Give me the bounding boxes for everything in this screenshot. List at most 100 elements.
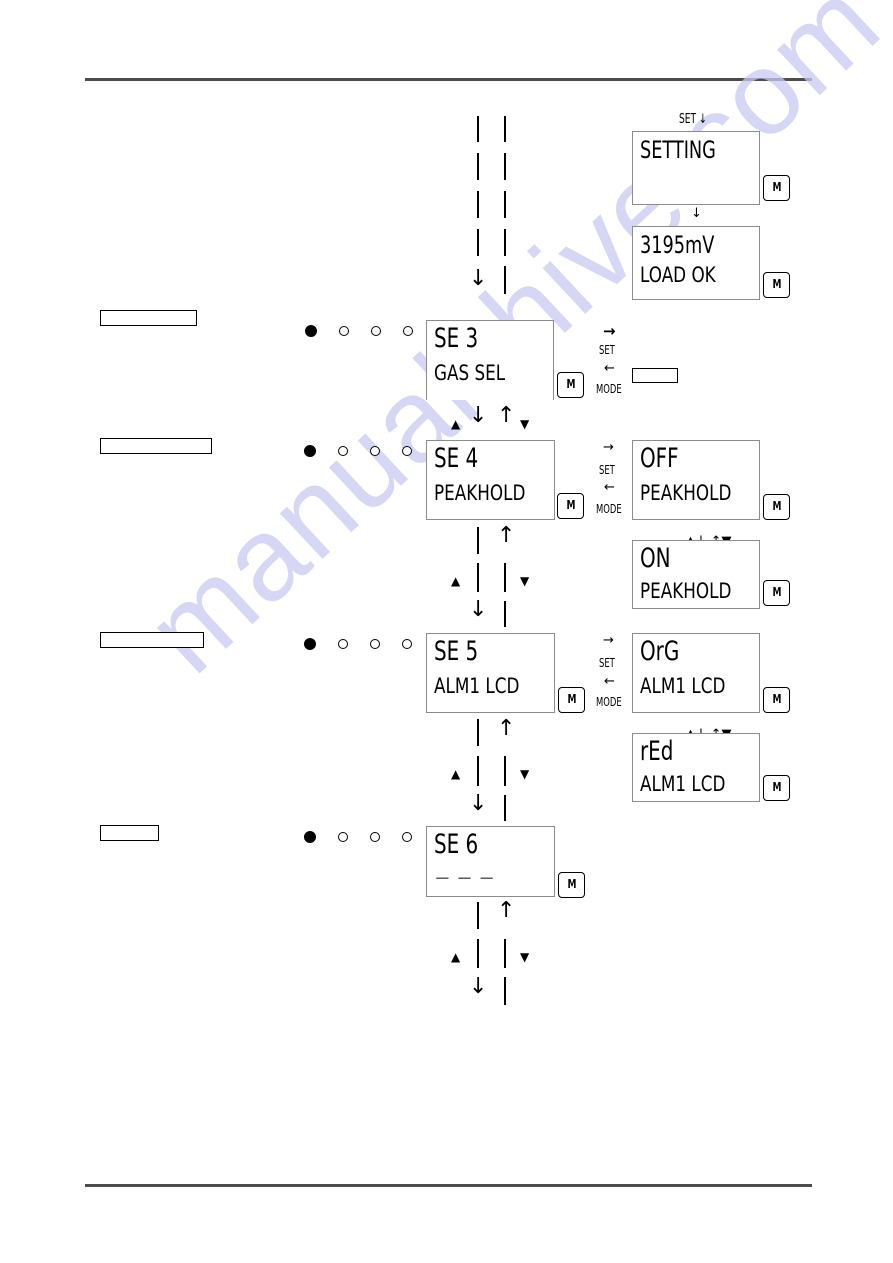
m-button-label: M <box>566 498 575 512</box>
lcd-alm1-org-option: OrG ALM1 LCD <box>632 633 760 713</box>
indicator-dot-empty <box>402 832 412 842</box>
lcd-line2: ALM1 LCD <box>640 772 726 796</box>
lcd-line1: SETTING <box>640 136 716 164</box>
arrow-down-icon: ↓ <box>469 403 488 428</box>
dash-segment <box>477 116 479 142</box>
m-button-label: M <box>567 877 576 891</box>
dash-segment <box>504 191 506 218</box>
indicator-dot-empty <box>338 832 348 842</box>
lcd-se6-screen: SE 6 － － － <box>426 826 555 897</box>
header-rule <box>85 78 812 81</box>
lcd-line2: － － － <box>434 867 496 891</box>
indicator-dot-empty <box>370 446 380 456</box>
dash-segment <box>504 153 506 180</box>
indicator-dot-empty <box>403 326 413 336</box>
up-key-icon: ▲ <box>451 767 461 781</box>
lcd-setting-screen: SETTING <box>632 131 760 205</box>
lcd-se3-screen: SE 3 GAS SEL <box>426 320 554 400</box>
dash-segment <box>504 977 506 1005</box>
arrow-down-icon: ↓ <box>469 974 488 999</box>
m-button[interactable]: M <box>763 687 790 713</box>
lcd-line1: ON <box>640 543 671 574</box>
dash-segment <box>477 756 479 786</box>
dash-segment <box>477 939 479 968</box>
m-button-label: M <box>772 692 781 706</box>
lcd-line1: SE 5 <box>434 636 479 667</box>
mode-label: MODE <box>596 382 622 396</box>
dash-segment <box>504 229 506 256</box>
down-key-icon: ▼ <box>520 950 530 964</box>
m-button[interactable]: M <box>763 580 790 606</box>
m-button-label: M <box>772 277 781 291</box>
arrow-left-icon: ← <box>604 361 615 376</box>
m-button-label: M <box>772 585 781 599</box>
lcd-peakhold-off-option: OFF PEAKHOLD <box>632 440 760 520</box>
arrow-right-icon: → <box>603 322 616 340</box>
indicator-dot-empty <box>339 326 349 336</box>
arrow-right-icon: → <box>603 633 614 648</box>
arrow-left-icon: ← <box>604 480 615 495</box>
lcd-line1: SE 4 <box>434 443 479 474</box>
dash-segment <box>477 719 479 746</box>
lcd-load-screen: 3195mV LOAD OK <box>632 226 760 300</box>
arrow-down-icon: ↓ <box>469 791 488 816</box>
dash-segment <box>504 601 506 627</box>
m-button[interactable]: M <box>763 272 790 298</box>
lcd-line1: SE 6 <box>434 829 479 860</box>
indicator-dot-filled <box>304 831 316 843</box>
m-button-label: M <box>566 377 575 391</box>
down-key-icon: ▼ <box>520 767 530 781</box>
step-label-box <box>100 825 159 841</box>
lcd-peakhold-on-option: ON PEAKHOLD <box>632 540 760 609</box>
indicator-dot-empty <box>402 446 412 456</box>
set-label: SET <box>599 656 615 670</box>
mode-label: MODE <box>596 502 622 516</box>
dash-segment <box>504 266 506 294</box>
lcd-se4-screen: SE 4 PEAKHOLD <box>426 440 555 520</box>
dash-segment <box>504 939 506 968</box>
arrow-down-icon: ↓ <box>469 597 488 622</box>
m-button-label: M <box>772 180 781 194</box>
dash-segment <box>504 795 506 821</box>
dash-segment <box>477 191 479 218</box>
lcd-line2: PEAKHOLD <box>640 579 732 603</box>
arrow-up-icon: ↑ <box>497 523 516 548</box>
m-button[interactable]: M <box>763 775 790 801</box>
dash-segment <box>477 229 479 256</box>
set-down-label: SET ↓ <box>679 112 707 127</box>
footer-rule <box>85 1184 812 1187</box>
lcd-line2: LOAD OK <box>640 263 716 287</box>
m-button[interactable]: M <box>558 872 585 898</box>
step-label-box <box>100 438 212 454</box>
indicator-dot-filled <box>304 445 316 457</box>
mode-target-label-box <box>632 368 678 383</box>
set-label: SET <box>599 343 615 357</box>
down-key-icon: ▼ <box>520 417 530 431</box>
m-button[interactable]: M <box>557 372 584 398</box>
m-button-label: M <box>772 499 781 513</box>
m-button[interactable]: M <box>763 175 790 201</box>
indicator-dot-empty <box>338 639 348 649</box>
indicator-dot-empty <box>370 832 380 842</box>
lcd-line2: GAS SEL <box>434 361 506 385</box>
step-label-box <box>100 632 204 648</box>
lcd-line1: OrG <box>640 636 680 667</box>
indicator-dot-filled <box>304 638 316 650</box>
arrow-left-icon: ← <box>604 674 615 689</box>
step-label-box <box>100 310 197 326</box>
set-label: SET <box>599 463 615 477</box>
dash-segment <box>477 902 479 929</box>
indicator-dot-empty <box>338 446 348 456</box>
m-button[interactable]: M <box>558 687 585 713</box>
up-key-icon: ▲ <box>451 417 461 431</box>
dash-segment <box>504 116 506 142</box>
m-button[interactable]: M <box>763 494 790 520</box>
lcd-line1: SE 3 <box>434 323 479 354</box>
up-key-icon: ▲ <box>451 950 461 964</box>
indicator-dot-filled <box>305 325 317 337</box>
m-button[interactable]: M <box>557 493 584 519</box>
lcd-line2: PEAKHOLD <box>640 481 732 505</box>
lcd-line1: rEd <box>640 736 674 767</box>
m-button-label: M <box>772 780 781 794</box>
m-button-label: M <box>567 692 576 706</box>
